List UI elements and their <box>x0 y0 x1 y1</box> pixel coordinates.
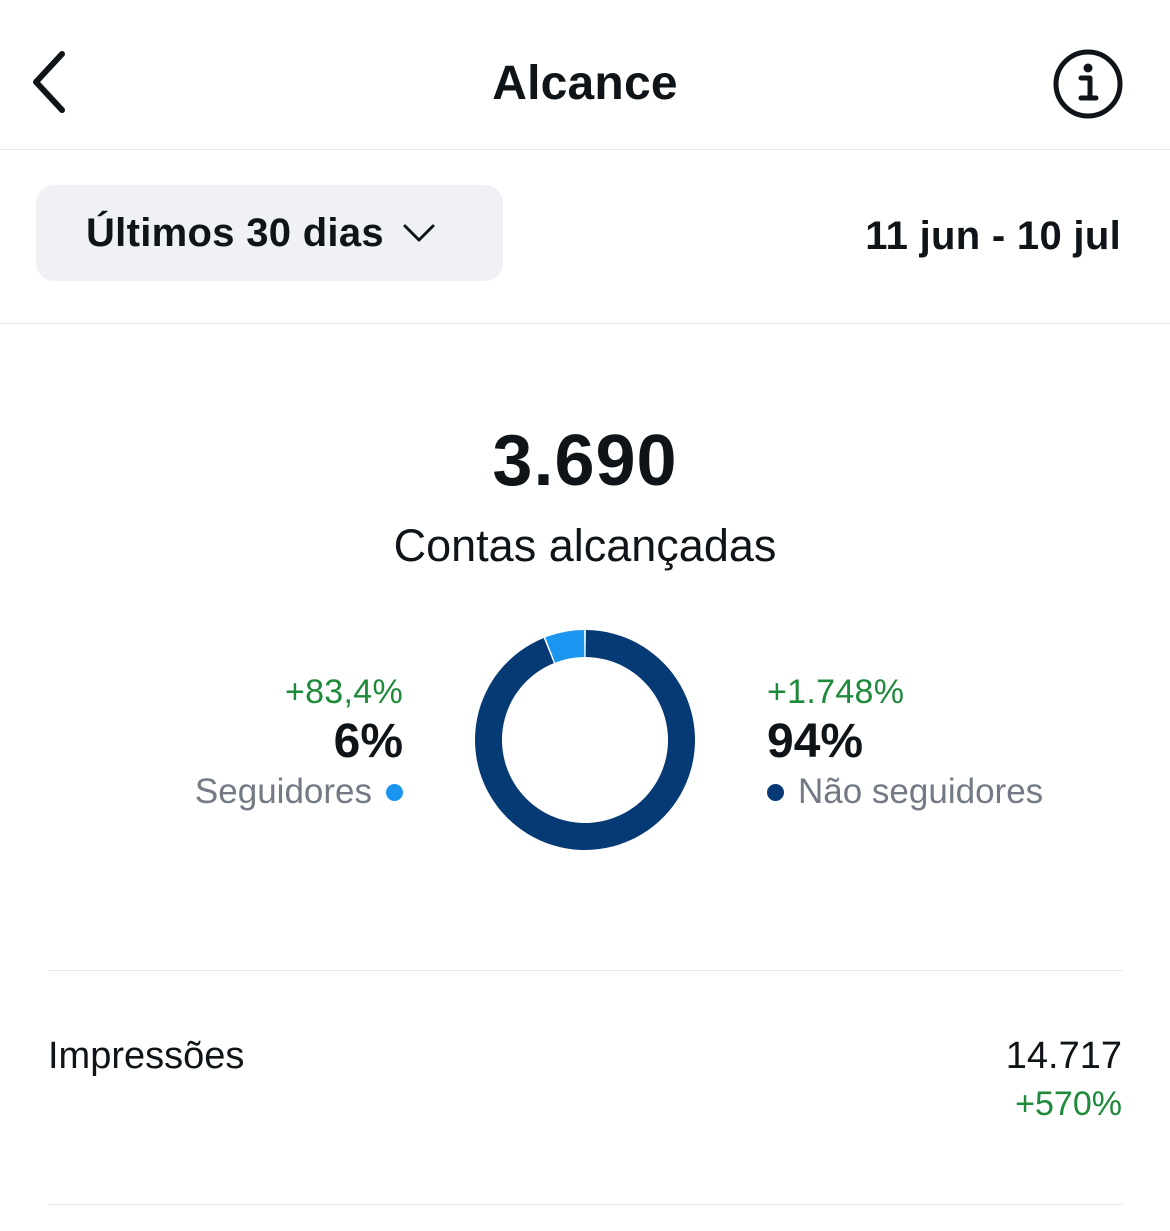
non-followers-legend-dot <box>767 783 784 801</box>
non-followers-percent: 94% <box>767 715 864 768</box>
chevron-down-icon <box>402 223 436 243</box>
impressions-value: 14.717 <box>1005 1035 1122 1077</box>
info-icon <box>1053 49 1123 119</box>
accounts-reached-label: Contas alcançadas <box>393 520 777 571</box>
impressions-row[interactable]: Impressões 14.717 +570% <box>48 972 1122 1204</box>
followers-legend-label: Seguidores <box>194 772 372 811</box>
followers-delta: +83,4% <box>284 673 403 711</box>
info-button[interactable] <box>1046 42 1130 126</box>
followers-legend-dot <box>386 783 403 801</box>
divider <box>48 970 1122 971</box>
top-bar: Alcance <box>0 0 1170 150</box>
non-followers-legend: Não seguidores <box>767 768 1043 816</box>
accounts-reached-value: 3.690 <box>492 421 678 501</box>
non-followers-delta: +1.748% <box>767 673 905 711</box>
period-dropdown-label: Últimos 30 dias <box>86 210 384 255</box>
followers-stat: +83,4% 6% Seguidores <box>195 672 403 816</box>
reach-donut-chart <box>475 630 695 850</box>
non-followers-stat: +1.748% 94% Não seguidores <box>767 672 1043 816</box>
period-dropdown[interactable]: Últimos 30 dias <box>36 185 503 281</box>
impressions-label: Impressões <box>48 1035 245 1077</box>
followers-legend: Seguidores <box>195 768 403 816</box>
non-followers-legend-label: Não seguidores <box>798 772 1044 811</box>
page-title: Alcance <box>492 57 678 110</box>
divider <box>48 1204 1122 1205</box>
filter-bar: Últimos 30 dias 11 jun - 10 jul <box>0 150 1170 324</box>
donut-slice-non-followers <box>475 630 695 850</box>
date-range: 11 jun - 10 jul <box>865 214 1121 258</box>
followers-percent: 6% <box>333 715 403 768</box>
impressions-delta: +570% <box>1015 1085 1122 1123</box>
